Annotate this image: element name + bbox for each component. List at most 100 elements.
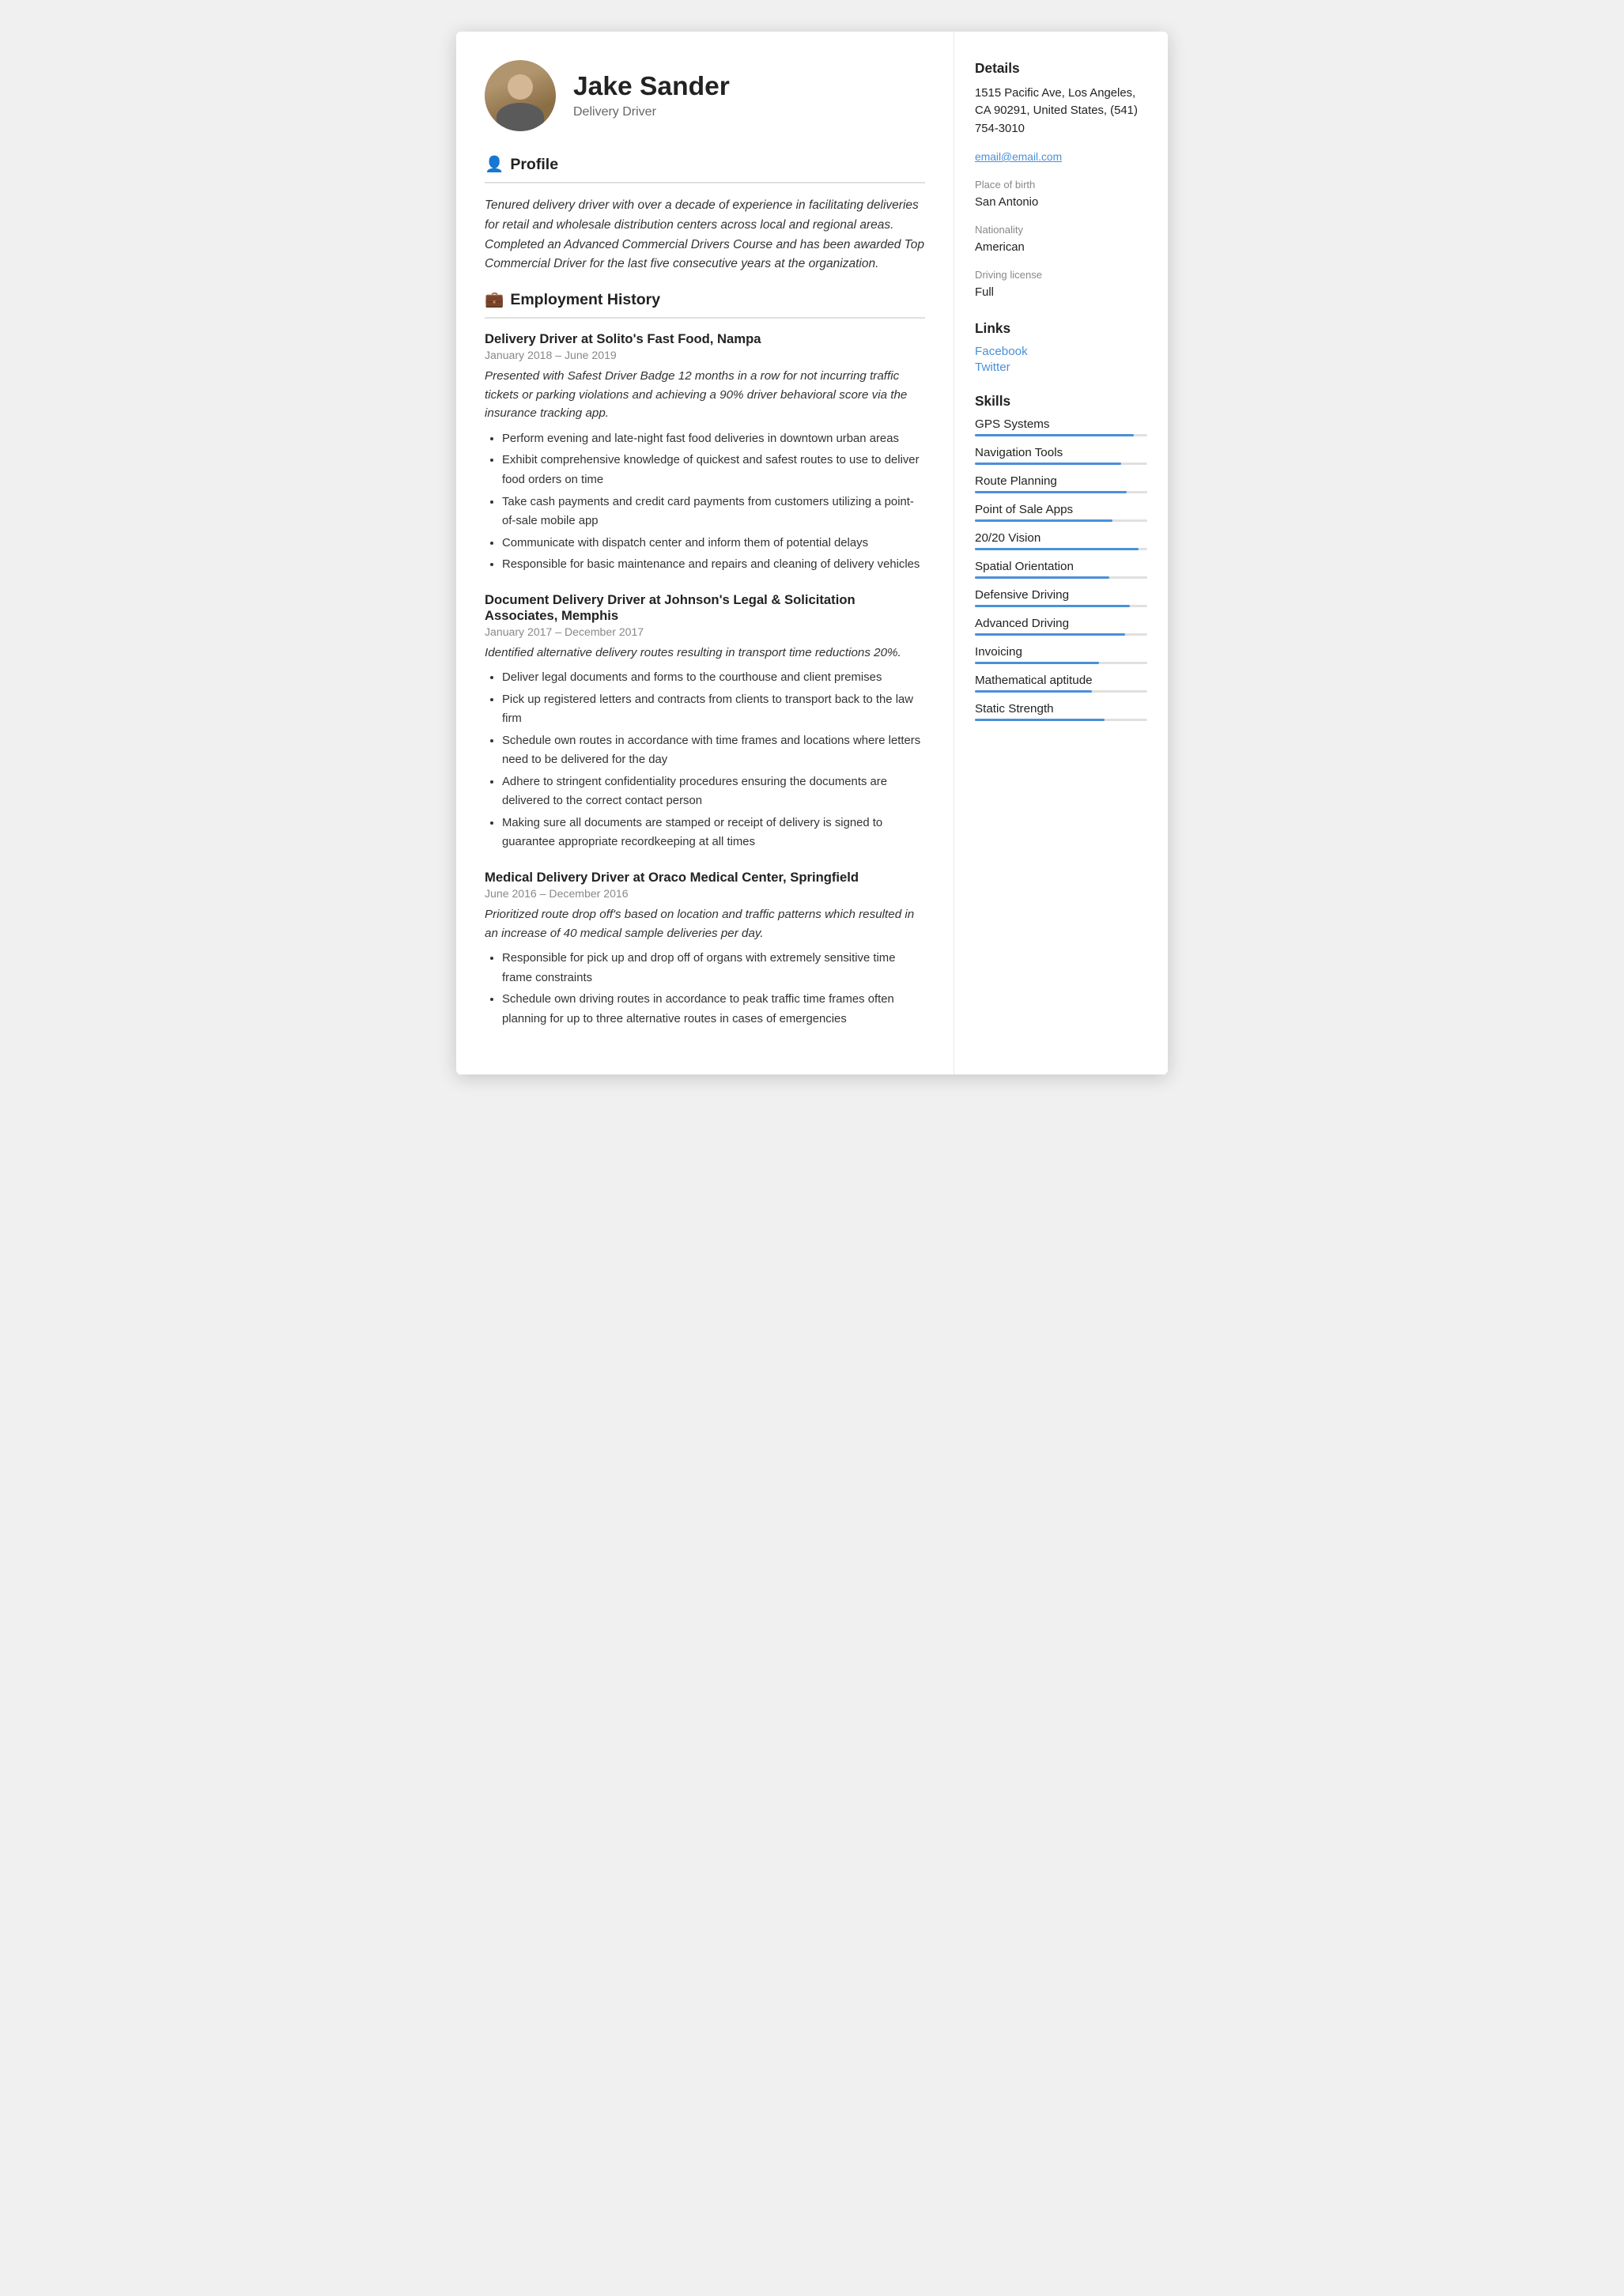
skill-name: 20/20 Vision <box>975 531 1147 545</box>
employment-divider <box>485 317 925 319</box>
skill-bar-fill <box>975 548 1139 550</box>
skill-item: Defensive Driving <box>975 588 1147 607</box>
list-item: Responsible for pick up and drop off of … <box>502 949 925 988</box>
skill-name: GPS Systems <box>975 417 1147 431</box>
address-value: 1515 Pacific Ave, Los Angeles, CA 90291,… <box>975 85 1147 138</box>
header-section: Jake Sander Delivery Driver <box>485 60 925 131</box>
skill-bar-fill <box>975 719 1105 721</box>
nationality-value: American <box>975 239 1147 256</box>
profile-divider <box>485 182 925 183</box>
skills-title: Skills <box>975 393 1147 410</box>
profile-icon: 👤 <box>485 155 504 174</box>
job-title-2: Document Delivery Driver at Johnson's Le… <box>485 592 925 624</box>
nationality-item: Nationality American <box>975 222 1147 256</box>
main-column: Jake Sander Delivery Driver 👤 Profile Te… <box>456 32 954 1074</box>
skill-bar-fill <box>975 633 1125 636</box>
header-info: Jake Sander Delivery Driver <box>573 72 730 119</box>
job-dates-3: June 2016 – December 2016 <box>485 887 925 900</box>
job-summary-1: Presented with Safest Driver Badge 12 mo… <box>485 367 925 423</box>
skill-item: Point of Sale Apps <box>975 503 1147 522</box>
list-item: Making sure all documents are stamped or… <box>502 814 925 852</box>
links-title: Links <box>975 320 1147 337</box>
twitter-link[interactable]: Twitter <box>975 361 1147 374</box>
candidate-name: Jake Sander <box>573 72 730 102</box>
job-summary-3: Prioritized route drop off's based on lo… <box>485 905 925 942</box>
skill-item: GPS Systems <box>975 417 1147 436</box>
list-item: Deliver legal documents and forms to the… <box>502 668 925 688</box>
nationality-label: Nationality <box>975 222 1147 238</box>
skill-bar-background <box>975 576 1147 579</box>
job-title-3: Medical Delivery Driver at Oraco Medical… <box>485 870 925 886</box>
skill-bar-background <box>975 690 1147 693</box>
skill-item: Advanced Driving <box>975 617 1147 636</box>
list-item: Responsible for basic maintenance and re… <box>502 555 925 575</box>
sidebar-column: Details 1515 Pacific Ave, Los Angeles, C… <box>954 32 1168 1074</box>
place-of-birth-item: Place of birth San Antonio <box>975 177 1147 211</box>
list-item: Exhibit comprehensive knowledge of quick… <box>502 451 925 489</box>
email-link[interactable]: email@email.com <box>975 150 1062 163</box>
skill-item: Static Strength <box>975 702 1147 721</box>
list-item: Take cash payments and credit card payme… <box>502 493 925 531</box>
skill-name: Mathematical aptitude <box>975 674 1147 687</box>
skill-bar-fill <box>975 463 1121 465</box>
address-item: 1515 Pacific Ave, Los Angeles, CA 90291,… <box>975 85 1147 138</box>
skills-list: GPS Systems Navigation Tools Route Plannin… <box>975 417 1147 721</box>
skill-bar-fill <box>975 576 1109 579</box>
driving-license-item: Driving license Full <box>975 267 1147 301</box>
skill-name: Defensive Driving <box>975 588 1147 602</box>
facebook-link[interactable]: Facebook <box>975 345 1147 358</box>
job-bullets-1: Perform evening and late-night fast food… <box>485 429 925 575</box>
job-dates-2: January 2017 – December 2017 <box>485 625 925 638</box>
skill-name: Route Planning <box>975 474 1147 488</box>
skill-bar-fill <box>975 491 1127 493</box>
job-title-1: Delivery Driver at Solito's Fast Food, N… <box>485 331 925 347</box>
job-bullets-2: Deliver legal documents and forms to the… <box>485 668 925 852</box>
profile-text: Tenured delivery driver with over a deca… <box>485 196 925 274</box>
resume-document: Jake Sander Delivery Driver 👤 Profile Te… <box>456 32 1168 1074</box>
list-item: Adhere to stringent confidentiality proc… <box>502 772 925 811</box>
skill-bar-background <box>975 719 1147 721</box>
skill-item: Invoicing <box>975 645 1147 664</box>
skill-bar-background <box>975 662 1147 664</box>
profile-section-title: 👤 Profile <box>485 155 925 174</box>
skill-name: Static Strength <box>975 702 1147 716</box>
skill-item: 20/20 Vision <box>975 531 1147 550</box>
list-item: Pick up registered letters and contracts… <box>502 690 925 729</box>
skill-bar-fill <box>975 690 1092 693</box>
skill-name: Spatial Orientation <box>975 560 1147 573</box>
list-item: Schedule own routes in accordance with t… <box>502 731 925 770</box>
job-dates-1: January 2018 – June 2019 <box>485 349 925 361</box>
skill-bar-background <box>975 548 1147 550</box>
skill-item: Navigation Tools <box>975 446 1147 465</box>
details-section: Details 1515 Pacific Ave, Los Angeles, C… <box>975 60 1147 301</box>
details-title: Details <box>975 60 1147 77</box>
avatar <box>485 60 556 131</box>
job-summary-2: Identified alternative delivery routes r… <box>485 644 925 663</box>
list-item: Perform evening and late-night fast food… <box>502 429 925 449</box>
skill-item: Route Planning <box>975 474 1147 493</box>
place-of-birth-label: Place of birth <box>975 177 1147 193</box>
skill-bar-background <box>975 463 1147 465</box>
skill-name: Advanced Driving <box>975 617 1147 630</box>
skill-bar-fill <box>975 519 1112 522</box>
skill-bar-background <box>975 434 1147 436</box>
skills-section: Skills GPS Systems Navigation Tools Route … <box>975 393 1147 721</box>
email-item: email@email.com <box>975 149 1147 166</box>
job-block-2: Document Delivery Driver at Johnson's Le… <box>485 592 925 852</box>
skill-bar-background <box>975 605 1147 607</box>
skill-bar-background <box>975 519 1147 522</box>
candidate-job-title: Delivery Driver <box>573 105 730 119</box>
skill-bar-background <box>975 491 1147 493</box>
skill-bar-fill <box>975 434 1134 436</box>
employment-icon: 💼 <box>485 290 504 309</box>
job-bullets-3: Responsible for pick up and drop off of … <box>485 949 925 1029</box>
skill-bar-fill <box>975 605 1130 607</box>
skill-bar-fill <box>975 662 1099 664</box>
driving-license-label: Driving license <box>975 267 1147 283</box>
job-block-3: Medical Delivery Driver at Oraco Medical… <box>485 870 925 1029</box>
driving-license-value: Full <box>975 284 1147 301</box>
skill-bar-background <box>975 633 1147 636</box>
skill-item: Mathematical aptitude <box>975 674 1147 693</box>
skill-name: Point of Sale Apps <box>975 503 1147 516</box>
links-section: Links Facebook Twitter <box>975 320 1147 374</box>
